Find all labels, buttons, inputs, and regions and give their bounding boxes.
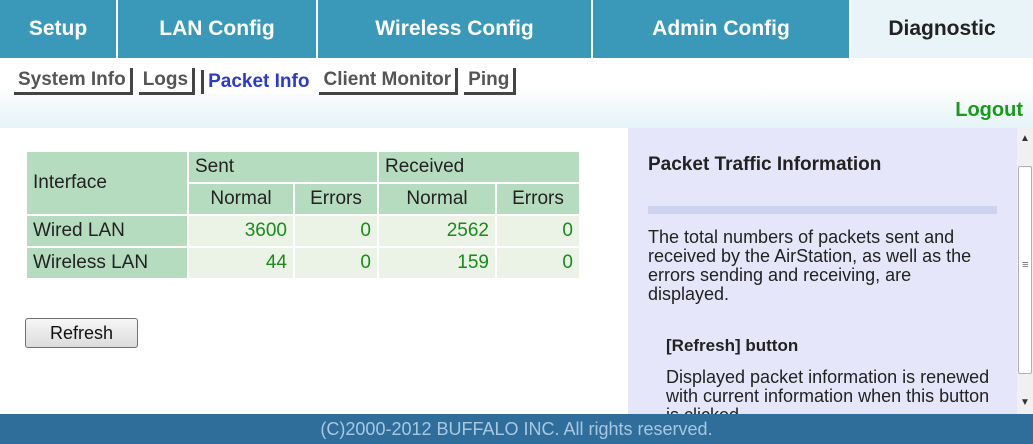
help-scrollbar[interactable]: ▲ ≡ ▼ — [1017, 128, 1033, 414]
sent-normal-value: 44 — [189, 248, 293, 278]
subtab-packet-info[interactable]: Packet Info — [201, 69, 314, 94]
tab-diagnostic[interactable]: Diagnostic — [851, 0, 1033, 58]
sub-nav-bar: System Info Logs Packet Info Client Moni… — [0, 58, 1033, 128]
subtab-logs[interactable]: Logs — [138, 68, 196, 95]
received-errors-value: 0 — [497, 248, 579, 278]
help-title: Packet Traffic Information — [648, 154, 882, 175]
scroll-down-icon[interactable]: ▼ — [1017, 394, 1033, 412]
row-label: Wireless LAN — [27, 248, 187, 278]
scroll-up-icon[interactable]: ▲ — [1017, 130, 1033, 148]
help-description: The total numbers of packets sent and re… — [648, 227, 972, 304]
help-refresh-title: [Refresh] button — [666, 336, 799, 355]
help-refresh-description: Displayed packet information is renewed … — [666, 367, 990, 415]
subtab-client-monitor[interactable]: Client Monitor — [319, 68, 459, 95]
sent-errors-header: Errors — [295, 184, 377, 214]
received-normal-header: Normal — [379, 184, 495, 214]
table-row: Wireless LAN 44 0 159 0 — [27, 248, 579, 278]
footer-copyright: (C)2000-2012 BUFFALO INC. All rights res… — [0, 414, 1033, 444]
received-errors-header: Errors — [497, 184, 579, 214]
tab-admin-config[interactable]: Admin Config — [593, 0, 851, 58]
received-normal-value: 2562 — [379, 216, 495, 246]
help-panel: Packet Traffic Information The total num… — [628, 128, 1017, 414]
table-row: Wired LAN 3600 0 2562 0 — [27, 216, 579, 246]
received-header: Received — [379, 152, 579, 182]
interface-header: Interface — [27, 152, 187, 214]
packet-table: Interface Sent Received Normal Errors No… — [25, 150, 581, 280]
sent-header: Sent — [189, 152, 377, 182]
tab-setup[interactable]: Setup — [0, 0, 118, 58]
subtab-system-info[interactable]: System Info — [14, 68, 133, 95]
subtab-ping[interactable]: Ping — [464, 68, 517, 95]
received-errors-value: 0 — [497, 216, 579, 246]
row-label: Wired LAN — [27, 216, 187, 246]
received-normal-value: 159 — [379, 248, 495, 278]
help-divider — [648, 206, 997, 214]
main-content: Interface Sent Received Normal Errors No… — [0, 128, 628, 414]
tab-lan-config[interactable]: LAN Config — [118, 0, 318, 58]
sub-nav: System Info Logs Packet Info Client Moni… — [14, 68, 517, 95]
refresh-button[interactable]: Refresh — [25, 318, 138, 348]
sent-normal-value: 3600 — [189, 216, 293, 246]
sent-errors-value: 0 — [295, 248, 377, 278]
logout-link[interactable]: Logout — [955, 99, 1023, 122]
grip-icon: ≡ — [1022, 259, 1029, 271]
tab-wireless-config[interactable]: Wireless Config — [318, 0, 593, 58]
sent-errors-value: 0 — [295, 216, 377, 246]
scroll-thumb[interactable]: ≡ — [1018, 166, 1032, 374]
sent-normal-header: Normal — [189, 184, 293, 214]
top-nav: Setup LAN Config Wireless Config Admin C… — [0, 0, 1033, 58]
